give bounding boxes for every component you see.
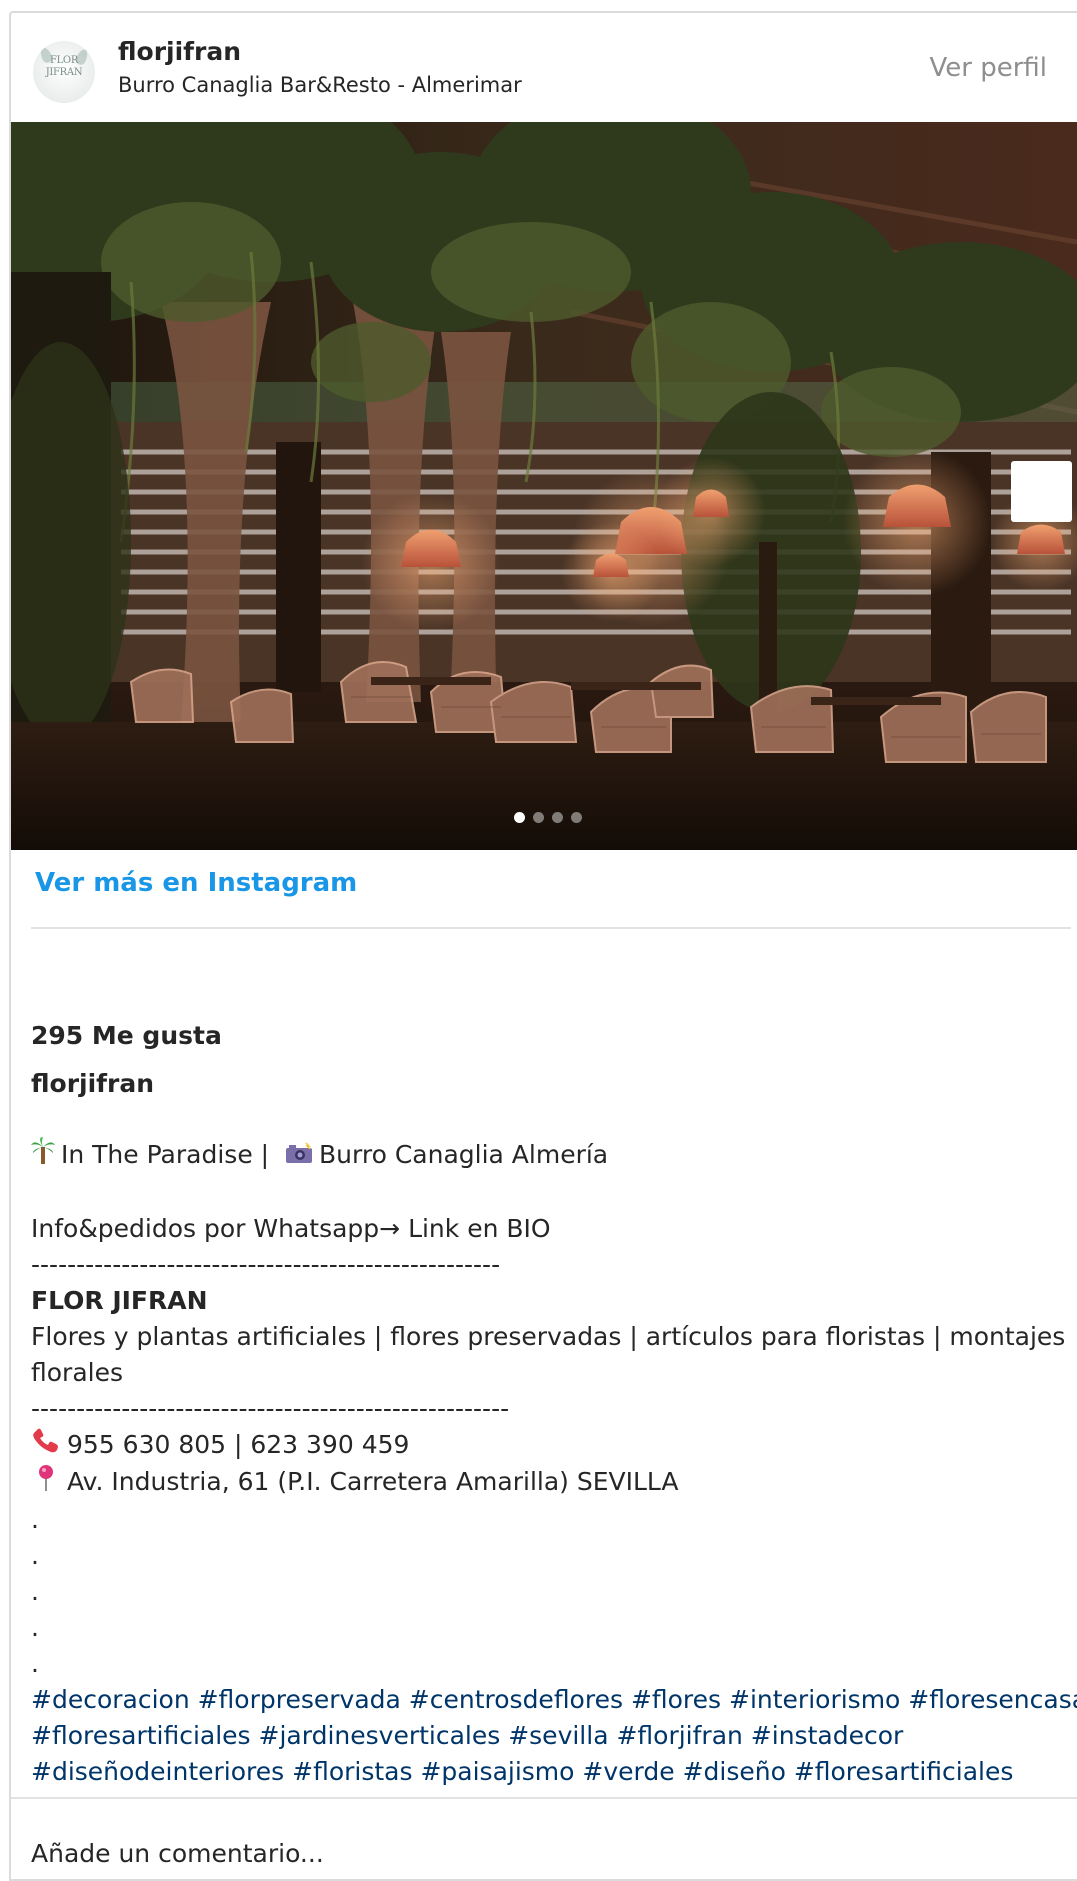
avatar[interactable]: FLOR JIFRAN xyxy=(33,41,95,103)
hashtag-line[interactable]: #diseñodeinteriores #floristas #paisajis… xyxy=(31,1754,1067,1790)
caption-dot: . xyxy=(31,1577,39,1606)
caption-separator: ----------------------------------------… xyxy=(31,1250,501,1279)
likes-count[interactable]: 295 Me gusta xyxy=(31,1021,222,1050)
caption-line-paradise: In The Paradise | Burro Canaglia Almería xyxy=(31,1137,1067,1175)
post-image[interactable] xyxy=(11,122,1077,850)
instagram-embed: FLOR JIFRAN florjifran Burro Canaglia Ba… xyxy=(9,11,1077,1881)
caption-info-line: Info&pedidos por Whatsapp→ Link en BIO xyxy=(31,1214,551,1243)
caption-dot: . xyxy=(31,1541,39,1570)
palm-tree-icon xyxy=(31,1137,55,1175)
carousel-dot xyxy=(514,812,525,823)
divider xyxy=(11,1797,1077,1799)
caption-phone-text[interactable]: 955 630 805 | 623 390 459 xyxy=(67,1430,409,1459)
hashtag-line[interactable]: #decoracion #florpreservada #centrosdefl… xyxy=(31,1682,1077,1718)
restaurant-photo xyxy=(11,122,1077,850)
carousel-dot xyxy=(533,812,544,823)
caption-phone-line: 955 630 805 | 623 390 459 xyxy=(31,1427,1067,1464)
telephone-receiver-icon xyxy=(31,1428,61,1464)
divider xyxy=(31,927,1071,929)
caption-dot: . xyxy=(31,1505,39,1534)
avatar-logo-text: FLOR JIFRAN xyxy=(45,55,83,78)
caption-place-text[interactable]: Burro Canaglia Almería xyxy=(319,1140,608,1169)
next-slide-button[interactable] xyxy=(1011,461,1072,522)
carousel-indicator xyxy=(514,812,582,823)
camera-flash-icon xyxy=(285,1138,313,1174)
hashtag-list: #decoracion #florpreservada #centrosdefl… xyxy=(31,1682,1077,1790)
carousel-dot xyxy=(571,812,582,823)
header-username[interactable]: florjifran xyxy=(118,37,241,66)
carousel-dot xyxy=(552,812,563,823)
comment-input[interactable]: Añade un comentario... xyxy=(31,1839,324,1868)
caption-paradise-text: In The Paradise | xyxy=(61,1140,270,1169)
caption-separator: ----------------------------------------… xyxy=(31,1394,510,1423)
caption-text: In The Paradise | Burro Canaglia Almería… xyxy=(31,1137,1077,1790)
caption-address-line: Av. Industria, 61 (P.I. Carretera Amaril… xyxy=(31,1464,1067,1502)
caption-description: Flores y plantas artificiales | flores p… xyxy=(31,1322,1066,1387)
round-pushpin-icon xyxy=(31,1464,61,1502)
post-header: FLOR JIFRAN florjifran Burro Canaglia Ba… xyxy=(11,13,1077,122)
caption-dot: . xyxy=(31,1613,39,1642)
caption-dot: . xyxy=(31,1649,39,1678)
view-profile-link[interactable]: Ver perfil xyxy=(929,53,1047,83)
caption-username[interactable]: florjifran xyxy=(31,1069,154,1098)
caption-address-text: Av. Industria, 61 (P.I. Carretera Amaril… xyxy=(67,1467,679,1496)
caption-brand: FLOR JIFRAN xyxy=(31,1286,208,1315)
hashtag-line[interactable]: #floresartificiales #jardinesverticales … xyxy=(31,1718,1067,1754)
header-location[interactable]: Burro Canaglia Bar&Resto - Almerimar xyxy=(118,73,522,97)
view-more-instagram-link[interactable]: Ver más en Instagram xyxy=(35,868,357,898)
